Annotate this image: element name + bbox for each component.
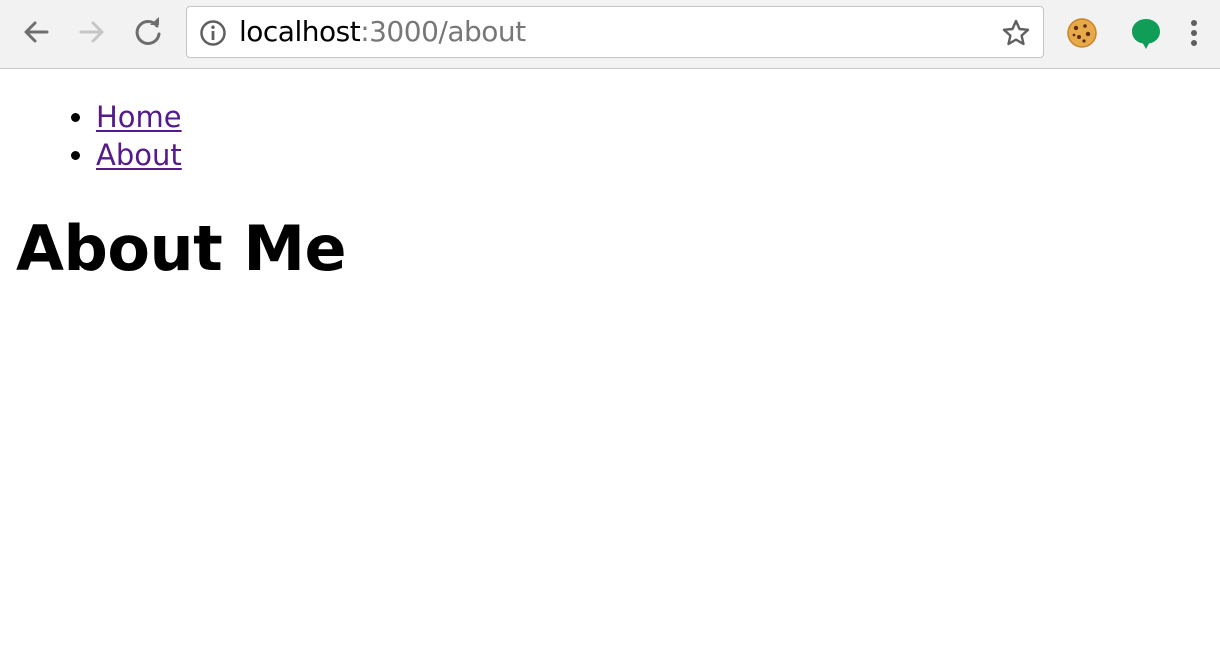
page-content: Home About About Me: [0, 70, 1220, 650]
page-title: About Me: [16, 212, 347, 285]
browser-toolbar: localhost:3000/about: [0, 0, 1220, 69]
nav-item-home: Home: [96, 98, 182, 136]
arrow-right-icon: [79, 21, 104, 43]
info-icon[interactable]: [199, 19, 227, 47]
nav-list: Home About: [56, 98, 182, 174]
address-bar[interactable]: localhost:3000/about: [186, 6, 1044, 58]
url-host: localhost: [239, 15, 361, 48]
nav-item-about: About: [96, 136, 182, 174]
reload-button[interactable]: [130, 14, 166, 50]
speech-bubble-icon[interactable]: [1128, 15, 1164, 51]
forward-button[interactable]: [74, 14, 110, 50]
back-button[interactable]: [18, 14, 54, 50]
about-link[interactable]: About: [96, 138, 182, 172]
cookie-icon[interactable]: [1064, 15, 1100, 51]
star-icon[interactable]: [1001, 18, 1031, 48]
url-text[interactable]: localhost:3000/about: [239, 7, 526, 57]
reload-icon: [135, 17, 161, 45]
arrow-left-icon: [24, 21, 49, 43]
url-path: :3000/about: [360, 15, 526, 48]
home-link[interactable]: Home: [96, 100, 182, 134]
kebab-menu-icon[interactable]: [1178, 15, 1210, 51]
